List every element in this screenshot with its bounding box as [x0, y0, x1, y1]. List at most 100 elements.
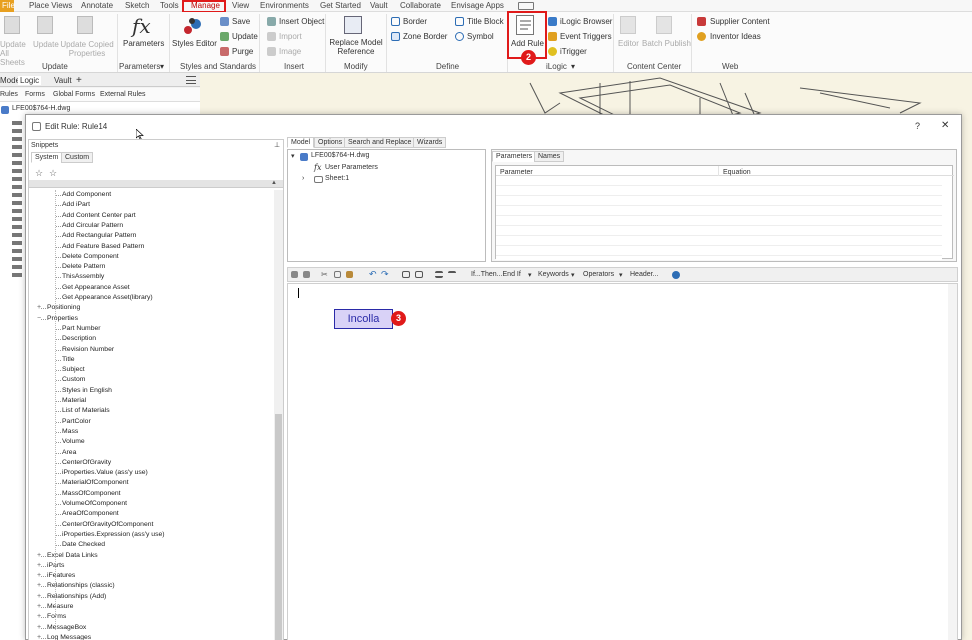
snippet-item[interactable]: Add Circular Pattern: [62, 222, 123, 229]
expand-icon[interactable]: +: [37, 634, 41, 640]
keywords-dropdown[interactable]: Keywords: [538, 271, 569, 278]
quick-access-icon[interactable]: [518, 2, 534, 10]
snippet-item[interactable]: Part Number: [62, 325, 101, 332]
snippet-item[interactable]: Get Appearance Asset(library): [62, 294, 153, 301]
expand-icon[interactable]: +: [37, 613, 41, 620]
snippet-item[interactable]: CenterOfGravityOfComponent: [62, 521, 153, 528]
itrigger-button[interactable]: iTrigger: [560, 47, 587, 56]
tab-environments[interactable]: Environments: [260, 1, 309, 10]
purge-icon[interactable]: [220, 47, 229, 56]
info-icon[interactable]: [672, 271, 680, 279]
ilogic-browser-button[interactable]: iLogic Browser: [560, 17, 612, 26]
border-button[interactable]: Border: [403, 17, 427, 26]
tree-scrollbar[interactable]: [274, 190, 283, 640]
snippet-item[interactable]: iProperties.Value (ass'y use): [62, 469, 148, 476]
tab-envisage-apps[interactable]: Envisage Apps: [451, 1, 504, 10]
inventor-ideas-icon[interactable]: [697, 32, 706, 41]
save-button[interactable]: Save: [232, 17, 250, 26]
paste-icon[interactable]: [346, 271, 353, 278]
image-icon[interactable]: [267, 47, 276, 56]
event-triggers-icon[interactable]: [548, 32, 557, 41]
snippet-item[interactable]: Volume: [62, 438, 85, 445]
operators-caret-icon[interactable]: ▾: [619, 271, 623, 279]
snippet-category[interactable]: Forms: [47, 613, 66, 620]
star-icon[interactable]: ☆: [35, 168, 43, 179]
update-copied-properties-icon[interactable]: [77, 16, 93, 34]
snippet-item[interactable]: Styles in English: [62, 387, 112, 394]
model-tree-user-params[interactable]: User Parameters: [325, 164, 378, 171]
undo-icon[interactable]: ↶: [369, 269, 377, 280]
subtab-rules[interactable]: Rules: [0, 91, 18, 98]
update-icon[interactable]: [37, 16, 53, 34]
cc-editor-icon[interactable]: [620, 16, 636, 34]
browser-tab-vault[interactable]: Vault: [54, 76, 72, 85]
tab-options[interactable]: Options: [314, 137, 347, 148]
snippet-item[interactable]: List of Materials: [62, 407, 110, 414]
subtab-global-forms[interactable]: Global Forms: [53, 91, 95, 98]
insert-object-button[interactable]: Insert Object: [279, 17, 324, 26]
supplier-content-icon[interactable]: [697, 17, 706, 26]
symbol-icon[interactable]: [455, 32, 464, 41]
snippet-item[interactable]: iProperties.Expression (ass'y use): [62, 531, 165, 538]
parameters-dropdown-icon[interactable]: ▾: [160, 62, 164, 71]
collapse-icon[interactable]: ›: [302, 175, 304, 182]
browser-tab-logic[interactable]: Logic: [18, 76, 42, 85]
copy-icon[interactable]: [334, 271, 341, 278]
snippet-item[interactable]: MaterialOfComponent: [62, 479, 129, 486]
model-tree-sheet[interactable]: Sheet:1: [325, 175, 349, 182]
snippet-item[interactable]: Add Component: [62, 191, 111, 198]
zone-border-icon[interactable]: [391, 32, 400, 41]
subtab-external-rules[interactable]: External Rules: [100, 91, 146, 98]
save-run-icon[interactable]: [303, 271, 310, 278]
zone-border-button[interactable]: Zone Border: [403, 32, 447, 41]
expand-icon[interactable]: +: [37, 593, 41, 600]
update-styles-icon[interactable]: [220, 32, 229, 41]
snippet-item[interactable]: Material: [62, 397, 86, 404]
tab-collaborate[interactable]: Collaborate: [400, 1, 441, 10]
purge-button[interactable]: Purge: [232, 47, 253, 56]
cut-icon[interactable]: ✂: [321, 270, 328, 279]
itrigger-icon[interactable]: [548, 47, 557, 56]
save-rule-icon[interactable]: [291, 271, 298, 278]
subtab-forms[interactable]: Forms: [25, 91, 45, 98]
snippet-category[interactable]: iFeatures: [47, 572, 75, 579]
expand-icon[interactable]: +: [37, 603, 41, 610]
expand-icon[interactable]: +: [37, 562, 41, 569]
update-all-sheets-button[interactable]: Update All Sheets: [0, 40, 28, 67]
snippets-tab-system[interactable]: System: [31, 152, 63, 163]
ilogic-browser-icon[interactable]: [548, 17, 557, 26]
tab-parameters[interactable]: Parameters: [492, 151, 537, 162]
tree-scroll-thumb[interactable]: [275, 414, 282, 640]
image-button[interactable]: Image: [279, 47, 301, 56]
batch-publish-icon[interactable]: [656, 16, 672, 34]
snippet-item[interactable]: Get Appearance Asset: [62, 284, 130, 291]
expand-icon[interactable]: +: [37, 582, 41, 589]
tree-top-scrollbar[interactable]: ▲: [29, 180, 283, 188]
snippet-item[interactable]: Subject: [62, 366, 85, 373]
snippet-item[interactable]: Date Checked: [62, 541, 105, 548]
tab-vault[interactable]: Vault: [370, 1, 388, 10]
snippet-item[interactable]: Add Rectangular Pattern: [62, 232, 136, 239]
supplier-content-button[interactable]: Supplier Content: [710, 17, 770, 26]
snippet-item[interactable]: Add iPart: [62, 201, 90, 208]
expand-icon[interactable]: +: [37, 552, 41, 559]
snippet-item[interactable]: AreaOfComponent: [62, 510, 119, 517]
browser-root-item[interactable]: LFE00$764-H.dwg: [12, 105, 70, 112]
snippet-item[interactable]: Area: [62, 449, 76, 456]
update-all-sheets-icon[interactable]: [4, 16, 20, 34]
update-copied-properties-button[interactable]: Update Copied Properties: [60, 40, 114, 58]
tab-get-started[interactable]: Get Started: [320, 1, 361, 10]
snippet-item[interactable]: MassOfComponent: [62, 490, 121, 497]
expand-icon[interactable]: +: [37, 304, 41, 311]
snippet-category[interactable]: MessageBox: [47, 624, 86, 631]
hamburger-menu-icon[interactable]: [186, 76, 196, 84]
comment-icon[interactable]: [435, 271, 443, 278]
expand-icon[interactable]: ▾: [291, 152, 295, 160]
title-block-button[interactable]: Title Block: [467, 17, 504, 26]
import-icon[interactable]: [267, 32, 276, 41]
help-button[interactable]: ?: [915, 121, 920, 131]
batch-publish-button[interactable]: Batch Publish: [642, 39, 691, 48]
parameters-panel-title[interactable]: Parameters: [119, 62, 160, 71]
star-add-icon[interactable]: ☆: [49, 168, 57, 179]
uncomment-icon[interactable]: [448, 271, 456, 278]
